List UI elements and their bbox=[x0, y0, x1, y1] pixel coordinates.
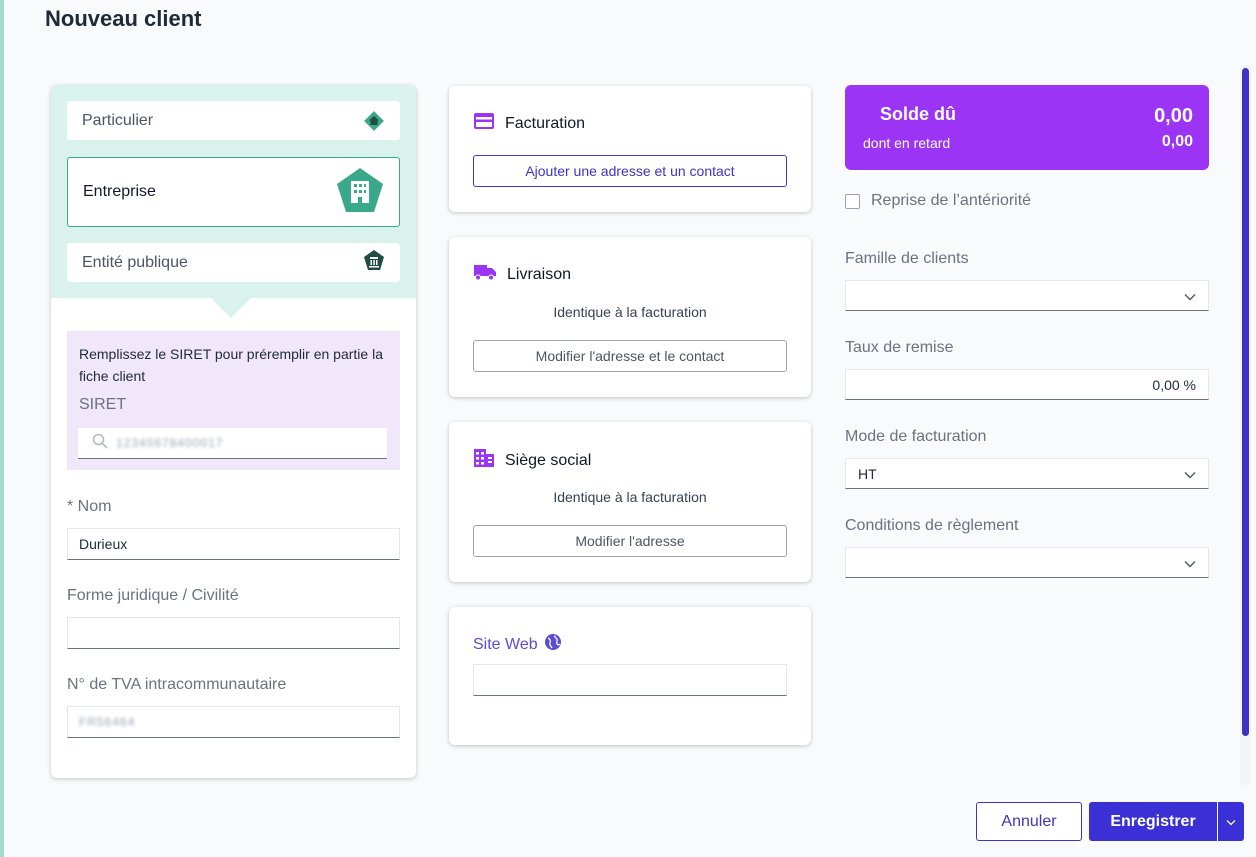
site-web-input[interactable] bbox=[473, 664, 787, 696]
siege-social-header: Siège social bbox=[473, 448, 591, 473]
solde-late-label: dont en retard bbox=[863, 135, 951, 151]
chevron-down-icon bbox=[1184, 466, 1196, 482]
client-type-entreprise[interactable]: Entreprise bbox=[67, 157, 400, 227]
search-icon bbox=[92, 433, 108, 454]
add-billing-address-button[interactable]: Ajouter une adresse et un contact bbox=[473, 155, 787, 187]
siege-social-subtitle: Identique à la facturation bbox=[553, 489, 707, 505]
site-web-title: Site Web bbox=[473, 635, 538, 653]
tva-value: FR56464 bbox=[79, 715, 136, 729]
selector-pointer bbox=[211, 298, 251, 318]
taux-remise-label: Taux de remise bbox=[845, 339, 954, 356]
globe-icon bbox=[544, 633, 562, 656]
livraison-card: Livraison Identique à la facturation Mod… bbox=[449, 237, 811, 397]
facturation-header: Facturation bbox=[473, 112, 585, 135]
site-web-header: Site Web bbox=[473, 633, 562, 656]
siret-help-text: Remplissez le SIRET pour préremplir en p… bbox=[79, 346, 383, 384]
mode-facturation-value: HT bbox=[858, 465, 877, 482]
livraison-header: Livraison bbox=[473, 263, 571, 286]
famille-clients-select[interactable] bbox=[845, 280, 1209, 311]
site-web-card: Site Web bbox=[449, 607, 811, 745]
client-type-label: Particulier bbox=[82, 111, 154, 129]
livraison-subtitle: Identique à la facturation bbox=[553, 304, 707, 320]
office-building-icon bbox=[473, 448, 495, 473]
nom-label: * Nom bbox=[67, 498, 112, 515]
edit-headquarters-address-button[interactable]: Modifier l'adresse bbox=[473, 525, 787, 557]
mode-facturation-select[interactable]: HT bbox=[845, 458, 1209, 489]
save-options-dropdown[interactable] bbox=[1218, 802, 1244, 841]
siret-panel: Remplissez le SIRET pour préremplir en p… bbox=[67, 331, 400, 470]
client-type-label: Entité publique bbox=[82, 253, 188, 271]
forme-juridique-label: Forme juridique / Civilité bbox=[67, 587, 239, 604]
conditions-reglement-label: Conditions de règlement bbox=[845, 517, 1019, 534]
anteriorite-label: Reprise de l’antériorité bbox=[871, 192, 1032, 209]
edit-delivery-address-button[interactable]: Modifier l'adresse et le contact bbox=[473, 340, 787, 372]
cancel-button[interactable]: Annuler bbox=[976, 802, 1082, 841]
scrollbar-thumb[interactable] bbox=[1242, 68, 1249, 736]
client-type-entite-publique[interactable]: Entité publique bbox=[67, 243, 400, 282]
chevron-down-icon bbox=[1226, 813, 1236, 831]
solde-late-value: 0,00 bbox=[1161, 133, 1193, 150]
client-identity-card: Particulier Entreprise Entité publique R… bbox=[51, 85, 416, 778]
credit-card-icon bbox=[473, 112, 495, 135]
solde-due-card: Solde dû 0,00 dont en retard 0,00 bbox=[845, 85, 1209, 170]
anteriorite-checkbox[interactable] bbox=[845, 193, 860, 209]
facturation-card: Facturation Ajouter une adresse et un co… bbox=[449, 86, 811, 212]
solde-title: Solde dû bbox=[880, 104, 956, 124]
chevron-down-icon bbox=[1184, 555, 1196, 571]
truck-icon bbox=[473, 263, 497, 286]
conditions-reglement-select[interactable] bbox=[845, 547, 1209, 578]
house-icon bbox=[363, 110, 385, 132]
solde-value: 0,00 bbox=[1154, 105, 1193, 127]
mode-facturation-label: Mode de facturation bbox=[845, 428, 987, 445]
siret-input[interactable]: 12345678400017 bbox=[78, 428, 387, 459]
client-type-particulier[interactable]: Particulier bbox=[67, 101, 400, 140]
forme-juridique-input[interactable] bbox=[67, 617, 400, 649]
public-building-icon bbox=[363, 249, 385, 276]
siret-value: 12345678400017 bbox=[116, 436, 224, 450]
building-icon bbox=[336, 167, 384, 218]
facturation-title: Facturation bbox=[505, 114, 586, 132]
livraison-title: Livraison bbox=[507, 265, 572, 283]
siege-social-card: Siège social Identique à la facturation … bbox=[449, 422, 811, 582]
taux-remise-input[interactable]: 0,00 % bbox=[845, 369, 1209, 400]
anteriorite-row[interactable]: Reprise de l’antériorité bbox=[845, 192, 1031, 210]
taux-remise-value: 0,00 % bbox=[1152, 376, 1196, 393]
save-button[interactable]: Enregistrer bbox=[1089, 802, 1217, 841]
chevron-down-icon bbox=[1184, 288, 1196, 304]
left-accent-bar bbox=[0, 0, 4, 857]
tva-label: N° de TVA intracommunautaire bbox=[67, 676, 287, 693]
client-type-selector: Particulier Entreprise Entité publique bbox=[51, 85, 416, 298]
siege-social-title: Siège social bbox=[505, 451, 592, 469]
tva-input[interactable]: FR56464 bbox=[67, 706, 400, 738]
nom-input[interactable]: Durieux bbox=[67, 528, 400, 560]
famille-clients-label: Famille de clients bbox=[845, 250, 969, 267]
siret-label: SIRET bbox=[79, 396, 127, 413]
page-title: Nouveau client bbox=[45, 6, 202, 31]
client-type-label: Entreprise bbox=[83, 183, 156, 200]
